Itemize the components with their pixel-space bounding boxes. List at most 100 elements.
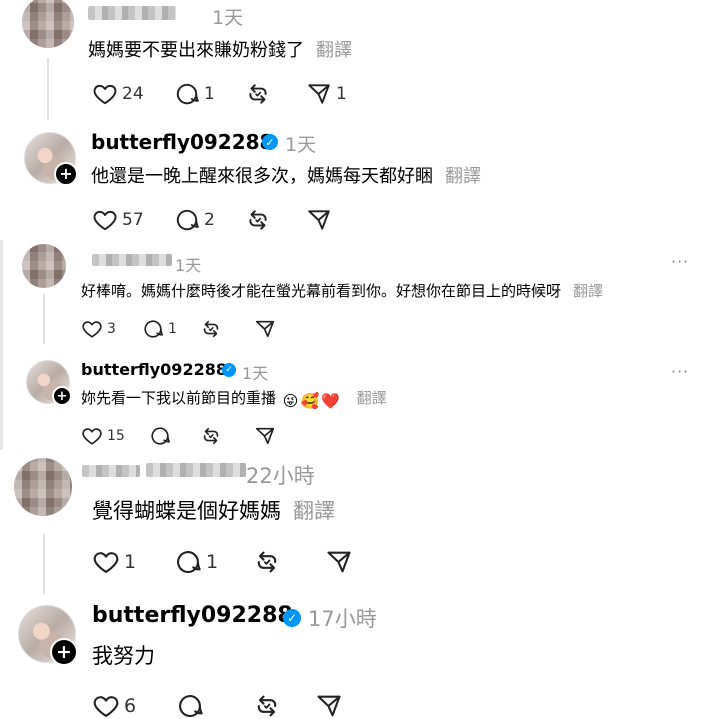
comment-icon	[174, 548, 202, 576]
like-count: 15	[107, 428, 125, 444]
nested-separator	[0, 240, 3, 450]
reply-button[interactable]: 1	[174, 548, 218, 576]
reply-count: 1	[204, 84, 215, 104]
comment-text: 覺得蝴蝶是個好媽媽 翻譯	[92, 495, 335, 525]
translate-link[interactable]: 翻譯	[357, 389, 387, 407]
repost-button[interactable]	[253, 692, 281, 719]
repost-button[interactable]	[245, 81, 271, 107]
repost-icon	[253, 692, 281, 719]
avatar[interactable]	[14, 458, 72, 516]
like-count: 6	[124, 695, 137, 717]
comment-body: 覺得蝴蝶是個好媽媽	[92, 499, 281, 523]
comment-body: 媽媽要不要出來賺奶粉錢了	[88, 40, 304, 61]
share-button[interactable]	[325, 548, 353, 576]
heart-icon	[81, 318, 103, 340]
thread-line	[43, 294, 45, 344]
timestamp: 1天	[285, 134, 317, 156]
timestamp: 17小時	[308, 607, 377, 631]
comment-text: 媽媽要不要出來賺奶粉錢了 翻譯	[88, 36, 352, 62]
like-button[interactable]: 1	[92, 548, 136, 576]
more-icon[interactable]: ···	[671, 362, 689, 381]
reply-button[interactable]	[176, 692, 204, 719]
verified-badge-icon: ✓	[222, 363, 236, 377]
like-button[interactable]: 6	[92, 692, 136, 719]
like-count: 1	[124, 551, 137, 573]
repost-icon	[245, 81, 271, 107]
send-icon	[315, 692, 343, 719]
reply-button[interactable]: 1	[174, 81, 215, 107]
plus-icon[interactable]: +	[50, 638, 78, 666]
send-icon	[306, 207, 332, 233]
repost-button[interactable]	[200, 425, 222, 447]
comment-icon	[174, 81, 200, 107]
like-button[interactable]: 57	[92, 207, 144, 233]
repost-icon	[200, 425, 222, 447]
repost-icon	[253, 548, 281, 576]
timestamp: 1天	[175, 256, 202, 275]
heart-icon	[81, 425, 103, 447]
share-button[interactable]	[254, 425, 276, 447]
comment-icon	[142, 318, 164, 340]
thread-line	[47, 58, 49, 120]
comment-text: 我努力	[92, 640, 155, 670]
share-button[interactable]	[254, 318, 276, 340]
translate-link[interactable]: 翻譯	[316, 40, 352, 61]
repost-button[interactable]	[200, 318, 222, 340]
username[interactable]: butterfly092288	[81, 360, 227, 379]
username-blurred[interactable]	[82, 465, 140, 477]
timestamp: 1天	[242, 364, 269, 383]
repost-icon	[200, 318, 222, 340]
share-button[interactable]	[306, 207, 332, 233]
translate-link[interactable]: 翻譯	[293, 499, 335, 523]
verified-badge-icon: ✓	[283, 609, 301, 627]
plus-icon[interactable]: +	[54, 162, 78, 186]
like-count: 3	[107, 321, 116, 337]
share-count: 1	[336, 84, 347, 104]
reply-button[interactable]: 2	[174, 207, 215, 233]
comment-icon	[174, 207, 200, 233]
send-icon	[254, 425, 276, 447]
like-count: 24	[122, 84, 144, 104]
avatar[interactable]	[22, 0, 74, 48]
send-icon	[325, 548, 353, 576]
heart-icon	[92, 692, 120, 719]
reply-button[interactable]	[149, 425, 171, 447]
timestamp: 1天	[212, 7, 244, 29]
comment-body: 妳先看一下我以前節目的重播	[81, 389, 277, 407]
emoji-heart: ❤️	[321, 392, 340, 410]
repost-button[interactable]	[245, 207, 271, 233]
plus-icon[interactable]: +	[52, 386, 72, 406]
comment-body: 他還是一晚上醒來很多次，媽媽每天都好睏	[91, 166, 433, 187]
more-icon[interactable]: ···	[671, 252, 689, 271]
reply-button[interactable]: 1	[142, 318, 177, 340]
like-button[interactable]: 3	[81, 318, 116, 340]
comment-icon	[176, 692, 204, 719]
like-button[interactable]: 15	[81, 425, 125, 447]
verified-badge-icon: ✓	[262, 134, 278, 150]
avatar[interactable]	[22, 244, 66, 288]
translate-link[interactable]: 翻譯	[445, 166, 481, 187]
comment-body: 我努力	[92, 644, 155, 668]
share-button[interactable]: 1	[306, 81, 347, 107]
send-icon	[306, 81, 332, 107]
translate-link[interactable]: 翻譯	[573, 282, 603, 300]
reply-count: 1	[206, 551, 219, 573]
like-count: 57	[122, 210, 144, 230]
username-blurred[interactable]	[92, 254, 172, 266]
like-button[interactable]: 24	[92, 81, 144, 107]
username[interactable]: butterfly092288	[92, 603, 293, 628]
username-blurred[interactable]	[146, 463, 246, 477]
share-button[interactable]	[315, 692, 343, 719]
comment-icon	[149, 425, 171, 447]
heart-icon	[92, 81, 118, 107]
repost-icon	[245, 207, 271, 233]
username[interactable]: butterfly092288	[91, 130, 273, 154]
heart-icon	[92, 207, 118, 233]
reply-count: 1	[168, 321, 177, 337]
comment-text: 好棒唷。媽媽什麼時後才能在螢光幕前看到你。好想你在節目上的時候呀 翻譯	[81, 280, 603, 301]
repost-button[interactable]	[253, 548, 281, 576]
thread-line	[43, 534, 45, 594]
username-blurred[interactable]	[88, 6, 176, 20]
send-icon	[254, 318, 276, 340]
comment-text: 妳先看一下我以前節目的重播 😜 🥰 ❤️ 翻譯	[81, 387, 387, 410]
